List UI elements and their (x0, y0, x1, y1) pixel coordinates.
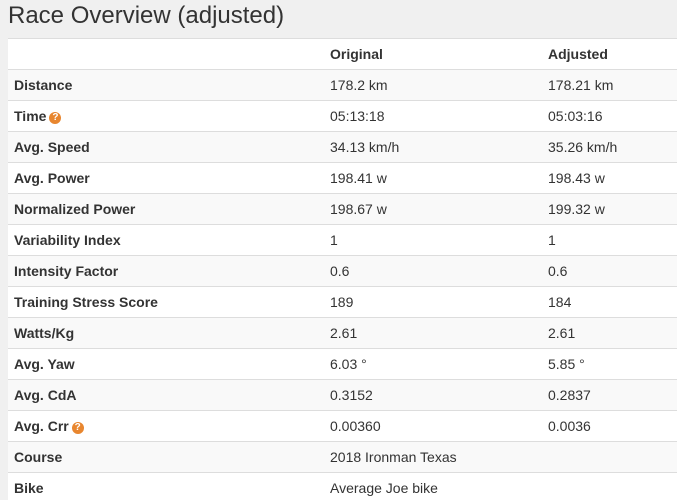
row-label-text: Avg. Power (14, 170, 90, 186)
table-row-course: Course 2018 Ironman Texas (8, 441, 677, 473)
row-label-text: Time (14, 108, 47, 124)
table-row-avg-yaw: Avg. Yaw 6.03 ° 5.85 ° (8, 348, 677, 380)
row-label: Avg. Power (8, 162, 324, 194)
race-overview-table: Original Adjusted Distance 178.2 km 178.… (8, 38, 677, 500)
row-label: Bike (8, 472, 324, 500)
row-label-text: Bike (14, 480, 44, 496)
question-circle-icon[interactable]: ? (71, 422, 84, 434)
original-value: 198.41 w (324, 162, 542, 194)
row-label: Time? (8, 100, 324, 132)
question-circle-icon[interactable]: ? (49, 112, 62, 124)
adjusted-value: 5.85 ° (542, 348, 677, 380)
adjusted-value: 0.0036 (542, 410, 677, 442)
original-value: 178.2 km (324, 69, 542, 101)
table-row-variability-index: Variability Index 1 1 (8, 224, 677, 256)
header-label-column (8, 38, 324, 70)
adjusted-value (542, 441, 677, 473)
row-label: Intensity Factor (8, 255, 324, 287)
header-original-column: Original (324, 38, 542, 70)
row-label: Course (8, 441, 324, 473)
table-row-time: Time? 05:13:18 05:03:16 (8, 100, 677, 132)
row-label: Distance (8, 69, 324, 101)
row-label-text: Avg. Speed (14, 139, 90, 155)
table-row-normalized-power: Normalized Power 198.67 w 199.32 w (8, 193, 677, 225)
row-label: Normalized Power (8, 193, 324, 225)
table-row-avg-cda: Avg. CdA 0.3152 0.2837 (8, 379, 677, 411)
original-value: 0.00360 (324, 410, 542, 442)
row-label-text: Intensity Factor (14, 263, 119, 279)
row-label-text: Avg. Yaw (14, 356, 75, 372)
row-label-text: Variability Index (14, 232, 121, 248)
adjusted-value: 0.2837 (542, 379, 677, 411)
table-row-avg-speed: Avg. Speed 34.13 km/h 35.26 km/h (8, 131, 677, 163)
row-label-text: Avg. Crr (14, 418, 69, 434)
adjusted-value: 0.6 (542, 255, 677, 287)
adjusted-value: 198.43 w (542, 162, 677, 194)
original-value: 2.61 (324, 317, 542, 349)
row-label: Avg. Crr? (8, 410, 324, 442)
original-value: 198.67 w (324, 193, 542, 225)
row-label: Avg. Yaw (8, 348, 324, 380)
table-row-training-stress-score: Training Stress Score 189 184 (8, 286, 677, 318)
row-label: Watts/Kg (8, 317, 324, 349)
row-label-text: Normalized Power (14, 201, 136, 217)
row-label: Avg. Speed (8, 131, 324, 163)
original-value: 34.13 km/h (324, 131, 542, 163)
row-label-text: Distance (14, 77, 73, 93)
original-value: 05:13:18 (324, 100, 542, 132)
original-value: 6.03 ° (324, 348, 542, 380)
table-row-avg-power: Avg. Power 198.41 w 198.43 w (8, 162, 677, 194)
table-row-watts-per-kg: Watts/Kg 2.61 2.61 (8, 317, 677, 349)
original-value: Average Joe bike (324, 472, 542, 500)
row-label-text: Avg. CdA (14, 387, 77, 403)
row-label: Training Stress Score (8, 286, 324, 318)
row-label-text: Watts/Kg (14, 325, 75, 341)
table-row-bike: Bike Average Joe bike (8, 472, 677, 500)
original-value: 0.6 (324, 255, 542, 287)
adjusted-value: 178.21 km (542, 69, 677, 101)
adjusted-value: 199.32 w (542, 193, 677, 225)
adjusted-value: 05:03:16 (542, 100, 677, 132)
header-row: Original Adjusted (8, 38, 677, 70)
row-label: Avg. CdA (8, 379, 324, 411)
adjusted-value: 35.26 km/h (542, 131, 677, 163)
table-header: Original Adjusted (8, 38, 677, 70)
adjusted-value: 2.61 (542, 317, 677, 349)
table-row-distance: Distance 178.2 km 178.21 km (8, 69, 677, 101)
original-value: 0.3152 (324, 379, 542, 411)
page-title: Race Overview (adjusted) (8, 2, 285, 29)
original-value: 1 (324, 224, 542, 256)
adjusted-value: 1 (542, 224, 677, 256)
row-label-text: Course (14, 449, 63, 465)
adjusted-value: 184 (542, 286, 677, 318)
adjusted-value (542, 472, 677, 500)
row-label-text: Training Stress Score (14, 294, 158, 310)
original-value: 2018 Ironman Texas (324, 441, 542, 473)
table-row-avg-crr: Avg. Crr? 0.00360 0.0036 (8, 410, 677, 442)
header-adjusted-column: Adjusted (542, 38, 677, 70)
race-overview-panel: Race Overview (adjusted) Original Adjust… (0, 0, 677, 500)
table-row-intensity-factor: Intensity Factor 0.6 0.6 (8, 255, 677, 287)
row-label: Variability Index (8, 224, 324, 256)
original-value: 189 (324, 286, 542, 318)
table-body: Distance 178.2 km 178.21 km Time? 05:13:… (8, 69, 677, 500)
